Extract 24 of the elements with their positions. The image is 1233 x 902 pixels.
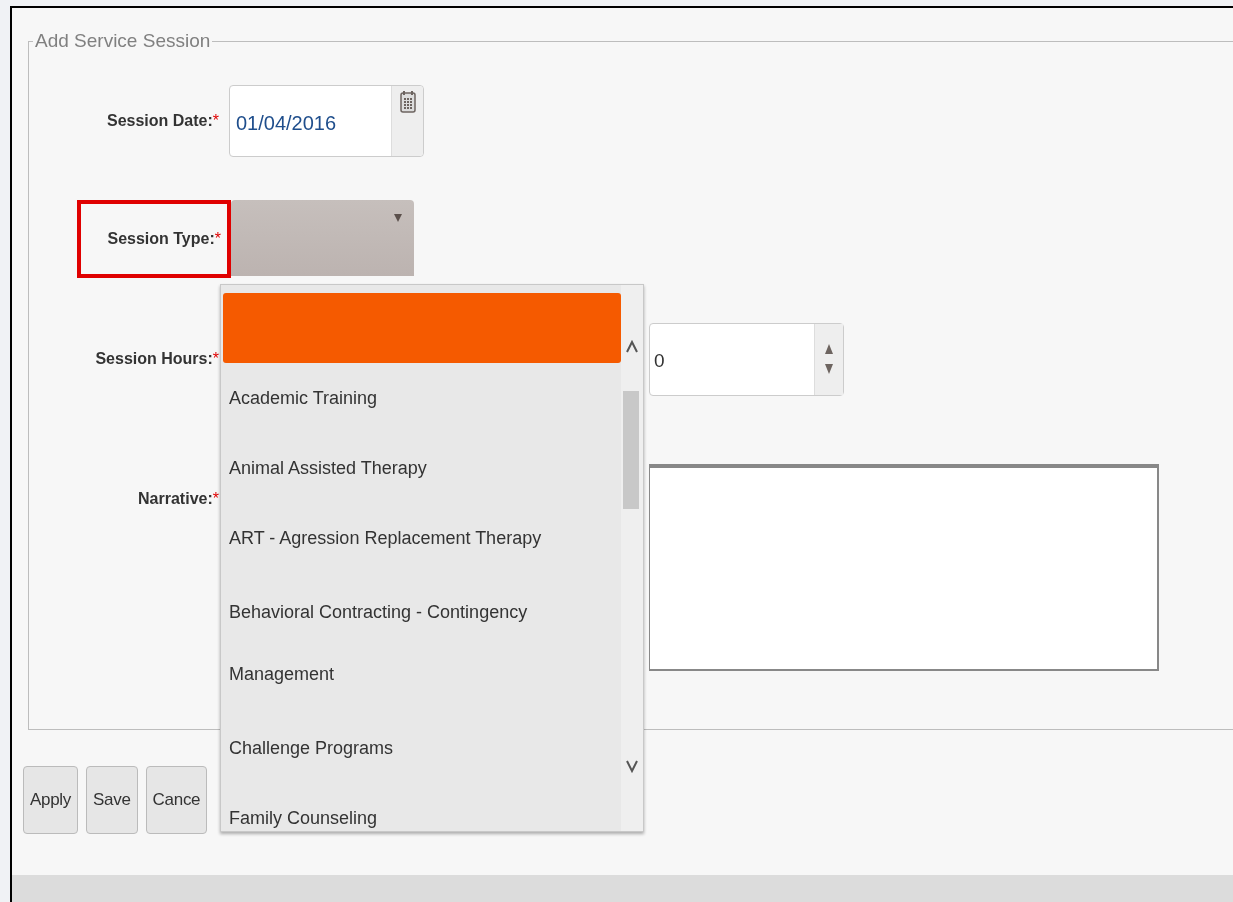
scrollbar-thumb[interactable] (623, 391, 639, 509)
date-field[interactable]: 01/04/2016 (229, 85, 424, 157)
narrative-textarea[interactable] (649, 464, 1159, 671)
dropdown-option[interactable]: Academic Training (223, 363, 621, 433)
section-legend: Add Service Session (33, 30, 213, 52)
dropdown-option[interactable]: Animal Assisted Therapy (223, 433, 621, 503)
hours-field[interactable]: 0 (649, 322, 844, 396)
dropdown-option[interactable]: ART - Agression Replacement Therapy (223, 503, 621, 573)
field-label: Session Type:* (77, 200, 231, 278)
form-button[interactable]: Cance (145, 766, 208, 834)
caret-icon (394, 214, 402, 222)
chevron-up-icon[interactable] (626, 340, 638, 354)
field-label: Narrative:* (137, 489, 220, 509)
scrollbar[interactable] (621, 285, 643, 831)
field-label: Session Date:* (105, 111, 220, 131)
calendar-icon[interactable] (399, 90, 416, 114)
dropdown-option[interactable]: Family Counseling (223, 783, 621, 831)
dropdown-option[interactable]: Behavioral Contracting - Contingency Management (223, 573, 557, 713)
spinner-arrows-icon[interactable] (825, 344, 833, 374)
form-button[interactable]: Apply (23, 766, 79, 834)
chevron-down-icon[interactable] (626, 759, 638, 773)
form-button[interactable]: Save (86, 766, 138, 834)
dropdown-option[interactable]: Challenge Programs (223, 713, 621, 783)
field-label: Session Hours:* (94, 349, 220, 369)
